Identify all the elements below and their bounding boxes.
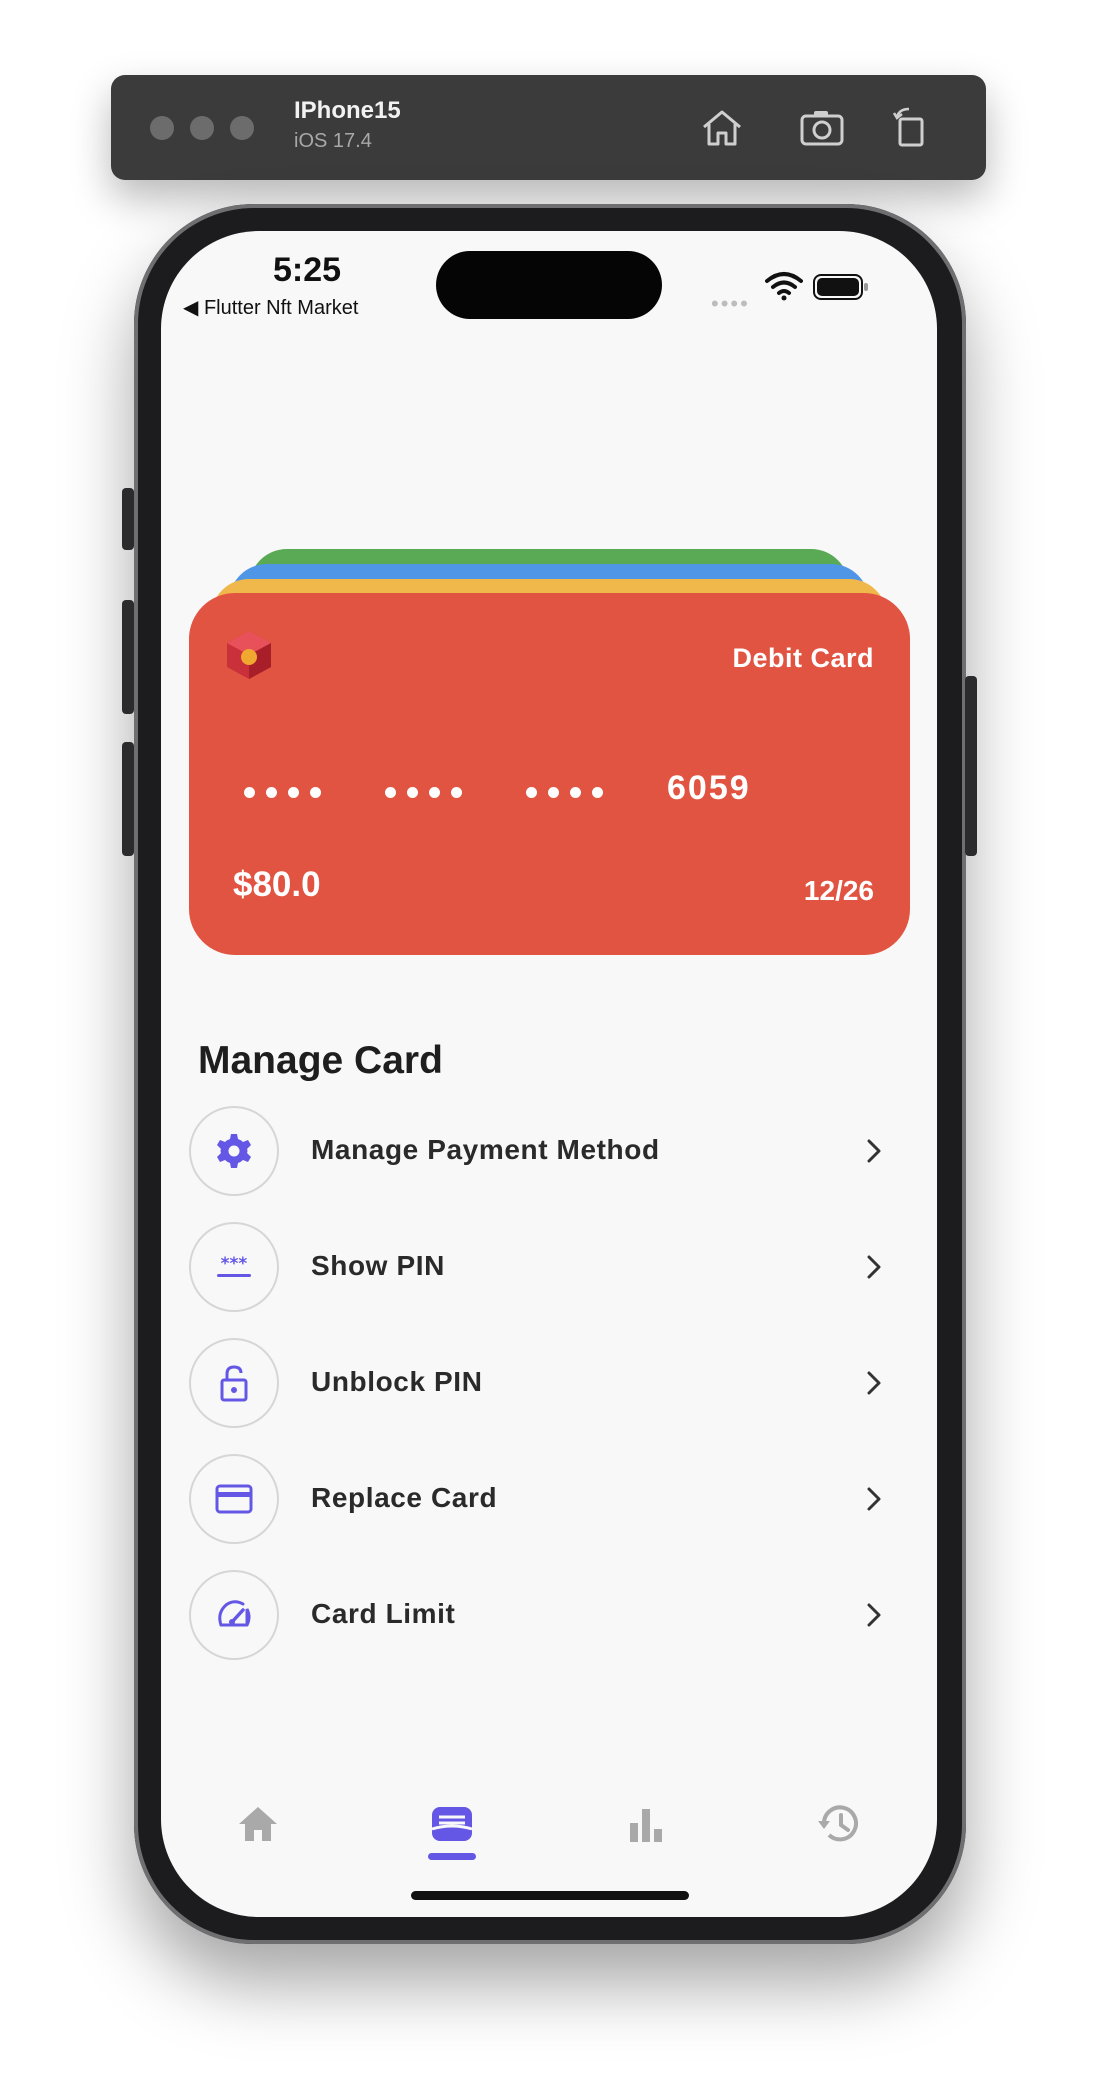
pin-asterisk-icon: *** <box>217 1254 251 1277</box>
menu-item-manage-payment-method[interactable]: Manage Payment Method <box>189 1106 909 1198</box>
chevron-right-icon <box>867 1255 881 1279</box>
gear-icon <box>217 1134 251 1168</box>
menu-item-replace-card[interactable]: Replace Card <box>189 1454 909 1546</box>
menu-item-label: Unblock PIN <box>311 1366 483 1397</box>
card-balance: $80.0 <box>233 865 321 904</box>
window-zoom-dot[interactable] <box>230 116 254 140</box>
os-version: iOS 17.4 <box>294 130 372 152</box>
chevron-right-icon <box>867 1487 881 1511</box>
power-button <box>965 676 977 856</box>
menu-item-label: Manage Payment Method <box>311 1134 660 1165</box>
card-mask-group <box>244 787 321 798</box>
home-icon[interactable] <box>697 103 747 153</box>
device-name: IPhone15 <box>294 97 401 124</box>
section-title: Manage Card <box>198 1039 443 1082</box>
card-expiry: 12/26 <box>803 875 874 906</box>
cellular-signal-icon: •••• <box>711 291 750 316</box>
screenshot-icon[interactable] <box>797 103 847 153</box>
menu-item-card-limit[interactable]: Card Limit <box>189 1570 909 1662</box>
svg-text:***: *** <box>221 1254 248 1274</box>
card-mask-group <box>526 787 603 798</box>
window-close-dot[interactable] <box>150 116 174 140</box>
speedometer-icon <box>218 1600 251 1627</box>
card-mask-group <box>385 787 462 798</box>
dynamic-island <box>436 251 662 319</box>
history-icon[interactable] <box>815 1799 865 1849</box>
action-button <box>122 488 134 550</box>
window-minimize-dot[interactable] <box>190 116 214 140</box>
menu-item-unblock-pin[interactable]: Unblock PIN <box>189 1338 909 1430</box>
chevron-right-icon <box>867 1603 881 1627</box>
unlock-icon <box>220 1365 248 1402</box>
volume-down-button <box>122 742 134 856</box>
chevron-right-icon <box>867 1139 881 1163</box>
bar-chart-icon[interactable] <box>621 1799 671 1849</box>
home-indicator <box>411 1891 689 1900</box>
status-time: 5:25 <box>273 251 342 289</box>
menu-item-show-pin[interactable]: *** Show PIN <box>189 1222 909 1314</box>
menu-item-label: Show PIN <box>311 1250 445 1281</box>
bank-logo-icon <box>227 631 271 679</box>
menu-item-label: Card Limit <box>311 1598 456 1629</box>
card-last-four: 6059 <box>667 769 751 807</box>
home-icon[interactable] <box>233 1799 283 1849</box>
app-screen: 5:25 ◀ Flutter Nft Market •••• Debit Car… <box>161 231 937 1917</box>
back-to-app-link[interactable]: ◀ Flutter Nft Market <box>183 295 358 320</box>
wallet-icon[interactable] <box>427 1799 477 1849</box>
volume-up-button <box>122 600 134 714</box>
card-type-label: Debit Card <box>732 643 874 673</box>
debit-card[interactable]: Debit Card 6059 $80.0 12/26 <box>189 593 910 955</box>
wifi-icon <box>765 272 803 301</box>
battery-icon <box>813 274 868 300</box>
active-tab-indicator <box>428 1853 476 1860</box>
rotate-icon[interactable] <box>887 103 937 153</box>
simulator-toolbar: IPhone15 iOS 17.4 <box>111 75 986 180</box>
menu-item-label: Replace Card <box>311 1482 498 1513</box>
chevron-right-icon <box>867 1371 881 1395</box>
credit-card-icon <box>215 1484 253 1514</box>
bottom-tab-bar <box>161 1791 937 1891</box>
